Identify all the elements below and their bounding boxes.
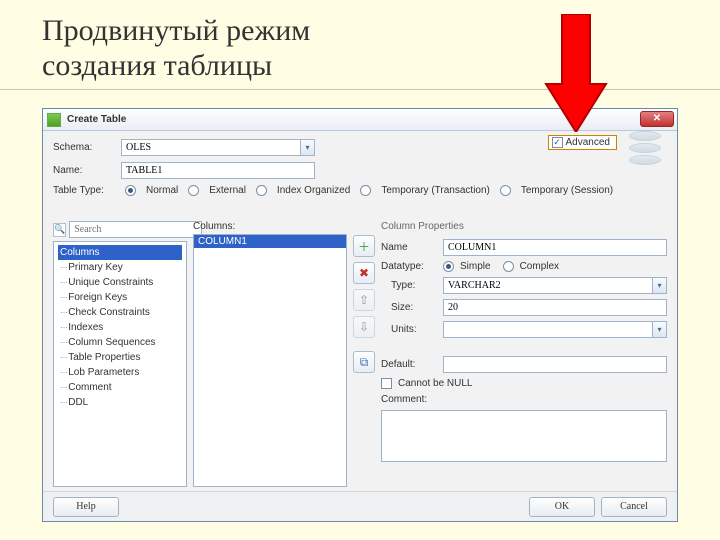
slide-title: Продвинутый режим создания таблицы (0, 0, 720, 90)
tree-item[interactable]: Indexes (58, 320, 182, 335)
search-icon[interactable]: 🔍 (53, 223, 66, 237)
radio-indexorg[interactable] (256, 185, 267, 196)
advanced-label: Advanced (566, 137, 610, 148)
prop-type-combo[interactable]: ▾ (443, 277, 667, 294)
advanced-checkbox[interactable]: ✓ Advanced (548, 135, 617, 150)
radio-complex[interactable] (503, 261, 514, 272)
add-button[interactable]: ＋ (353, 235, 375, 257)
checkbox-icon: ✓ (552, 137, 563, 148)
radio-normal-label: Normal (146, 185, 178, 196)
copy-button[interactable]: ⧉ (353, 351, 375, 373)
tree-item[interactable]: Check Constraints (58, 305, 182, 320)
move-up-button[interactable]: ⇧ (353, 289, 375, 311)
radio-simple-label: Simple (460, 261, 491, 272)
schema-combo[interactable]: ▾ (121, 139, 315, 156)
chevron-down-icon[interactable]: ▾ (653, 321, 667, 338)
remove-button[interactable]: ✖ (353, 262, 375, 284)
radio-tempsess-label: Temporary (Session) (521, 185, 613, 196)
radio-simple[interactable] (443, 261, 454, 272)
tree-item[interactable]: Primary Key (58, 260, 182, 275)
radio-temptrans-label: Temporary (Transaction) (381, 185, 490, 196)
name-input[interactable] (121, 162, 315, 179)
prop-size-input[interactable] (443, 299, 667, 316)
radio-indexorg-label: Index Organized (277, 185, 350, 196)
columns-list[interactable]: COLUMN1 (193, 234, 347, 487)
columns-panel: Columns: COLUMN1 (193, 221, 347, 487)
prop-default-input[interactable] (443, 356, 667, 373)
prop-type-input[interactable] (443, 277, 653, 294)
prop-datatype-label: Datatype: (381, 261, 437, 272)
radio-complex-label: Complex (520, 261, 559, 272)
prop-units-label: Units: (381, 324, 437, 335)
name-label: Name: (53, 165, 115, 176)
app-icon (47, 113, 61, 127)
prop-units-combo[interactable]: ▾ (443, 321, 667, 338)
mid-area: 🔍 Columns Primary Key Unique Constraints… (53, 221, 667, 487)
radio-external-label: External (209, 185, 246, 196)
tree-item[interactable]: Unique Constraints (58, 275, 182, 290)
prop-comment-label: Comment: (381, 394, 437, 405)
columns-label: Columns: (193, 221, 347, 232)
notnull-label: Cannot be NULL (398, 378, 473, 389)
prop-comment-textarea[interactable] (381, 410, 667, 462)
prop-default-label: Default: (381, 359, 437, 370)
ok-button[interactable]: OK (529, 497, 595, 517)
database-icon (629, 131, 665, 167)
tree-item[interactable]: Foreign Keys (58, 290, 182, 305)
chevron-down-icon[interactable]: ▾ (653, 277, 667, 294)
tree-item[interactable]: Lob Parameters (58, 365, 182, 380)
tree-item[interactable]: Column Sequences (58, 335, 182, 350)
prop-name-input[interactable] (443, 239, 667, 256)
properties-panel: Column Properties Name Datatype: Simple … (381, 221, 667, 487)
prop-type-label: Type: (381, 280, 437, 291)
titlebar: Create Table ✕ (43, 109, 677, 131)
button-bar: Help OK Cancel (43, 491, 677, 521)
tree-item[interactable]: DDL (58, 395, 182, 410)
schema-label: Schema: (53, 142, 115, 153)
tabletype-label: Table Type: (53, 185, 115, 196)
tree-item[interactable]: Comment (58, 380, 182, 395)
schema-input[interactable] (121, 139, 301, 156)
dialog-title: Create Table (67, 114, 126, 125)
column-tools: ＋ ✖ ⇧ ⇩ ⧉ (353, 221, 375, 487)
dialog-body: ✓ Advanced Schema: ▾ Name: Table Type: N… (43, 131, 677, 521)
tree-item[interactable]: Table Properties (58, 350, 182, 365)
radio-tempsess[interactable] (500, 185, 511, 196)
radio-normal[interactable] (125, 185, 136, 196)
search-input[interactable] (69, 221, 202, 238)
radio-temptrans[interactable] (360, 185, 371, 196)
tree-item-columns[interactable]: Columns (58, 245, 182, 260)
tree-panel: 🔍 Columns Primary Key Unique Constraints… (53, 221, 187, 487)
cancel-button[interactable]: Cancel (601, 497, 667, 517)
prop-name-label: Name (381, 242, 437, 253)
props-header: Column Properties (381, 221, 667, 232)
column-item[interactable]: COLUMN1 (194, 235, 346, 248)
move-down-button[interactable]: ⇩ (353, 316, 375, 338)
radio-external[interactable] (188, 185, 199, 196)
create-table-dialog: Create Table ✕ ✓ Advanced Schema: ▾ Name… (42, 108, 678, 522)
chevron-down-icon[interactable]: ▾ (301, 139, 315, 156)
category-tree[interactable]: Columns Primary Key Unique Constraints F… (53, 241, 187, 487)
close-button[interactable]: ✕ (640, 111, 674, 127)
notnull-checkbox[interactable] (381, 378, 392, 389)
prop-units-input[interactable] (443, 321, 653, 338)
help-button[interactable]: Help (53, 497, 119, 517)
prop-size-label: Size: (381, 302, 437, 313)
